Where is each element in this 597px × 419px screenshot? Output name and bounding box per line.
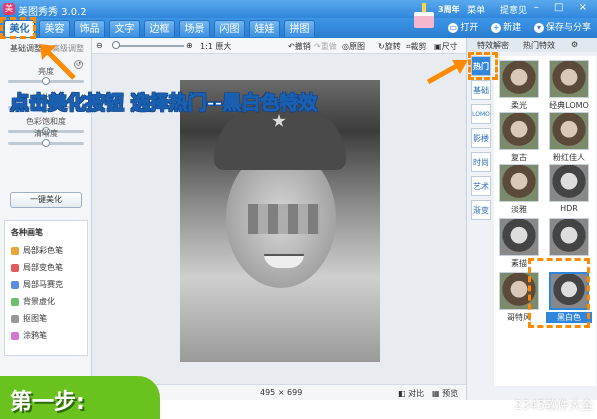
tab-frame[interactable]: 边框	[144, 20, 175, 37]
right-panel: 特效解密 热门特效 ⚙ 热门 基础 LOMO 影楼 时尚 艺术 渐变 柔光 经典…	[466, 38, 597, 400]
zoom-knob[interactable]	[112, 41, 120, 49]
save-share-button[interactable]: ▾ 保存与分享	[533, 23, 591, 33]
effect-thumb-gray[interactable]	[549, 218, 589, 256]
feedback-button[interactable]: 提意见	[500, 6, 527, 16]
step-label: 第一步:	[10, 390, 85, 415]
original-button[interactable]: ◎原图	[342, 41, 365, 52]
blur-icon	[11, 297, 19, 306]
effect-label: 粉红佳人	[553, 153, 585, 162]
tab-effect-guide[interactable]: 特效解密	[477, 40, 509, 51]
image-dimensions: 495 × 699	[260, 388, 303, 397]
effects-tabs: 特效解密 热门特效 ⚙	[467, 38, 597, 52]
mosaic-icon	[11, 280, 19, 289]
effect-thumb-pink[interactable]	[549, 112, 589, 150]
highlight-black-white-effect	[528, 258, 590, 328]
category-basic[interactable]: 基础	[471, 80, 491, 100]
arrow-icon	[426, 60, 468, 85]
cutout-icon	[11, 314, 19, 323]
highlight-beautify-tab	[0, 17, 36, 39]
effect-thumb-hdr[interactable]	[549, 164, 589, 202]
plus-icon: +	[491, 23, 502, 33]
brush-tools-box: 各种画笔 局部彩色笔 局部变色笔 局部马赛克 背景虚化 抠图笔 涂鸦笔	[4, 220, 88, 356]
category-studio[interactable]: 影楼	[471, 128, 491, 148]
window-controls[interactable]: – □ ×	[534, 2, 593, 13]
tool-cutout-pen[interactable]: 抠图笔	[11, 313, 47, 324]
arrow-icon	[40, 44, 76, 80]
zoom-in-icon[interactable]: ⊕	[186, 41, 193, 50]
tab-accessory[interactable]: 饰品	[74, 20, 105, 37]
tool-local-color-pen[interactable]: 局部彩色笔	[11, 245, 63, 256]
actual-size-button[interactable]: 1:1 原大	[200, 41, 231, 52]
rotate-button[interactable]: ↻旋转	[378, 41, 401, 52]
doodle-icon	[11, 331, 19, 340]
compare-button[interactable]: ◧ 对比	[398, 388, 424, 399]
tab-scene[interactable]: 场景	[179, 20, 210, 37]
effect-label: 经典LOMO	[549, 101, 589, 110]
redo-button[interactable]: ↷重做	[314, 41, 337, 52]
tool-local-mosaic[interactable]: 局部马赛克	[11, 279, 63, 290]
preview-button[interactable]: ▦ 预览	[432, 388, 458, 399]
effect-label: 淡雅	[511, 205, 527, 214]
canvas-toolbar: ⊖ ⊕ 1:1 原大 ↶撤销 ↷重做 ◎原图 ↻旋转 ⌗裁剪 ▣尺寸	[92, 38, 466, 54]
edited-photo[interactable]	[180, 80, 380, 362]
tab-hot-effects[interactable]: 热门特效	[523, 40, 555, 51]
instruction-text: 点击美化按钮 选择热门--黑白色特效	[9, 92, 318, 115]
tab-text[interactable]: 文字	[109, 20, 140, 37]
brush-tools-title: 各种画笔	[11, 228, 43, 237]
undo-button[interactable]: ↶撤销	[288, 41, 311, 52]
tab-doll[interactable]: 娃娃	[249, 20, 280, 37]
tab-face[interactable]: 美容	[39, 20, 70, 37]
highlight-hot-category	[468, 52, 498, 80]
window-title: 美图秀秀 3.0.2	[18, 7, 87, 18]
tool-background-blur[interactable]: 背景虚化	[11, 296, 55, 307]
zoom-slider[interactable]	[114, 45, 184, 47]
tab-flash[interactable]: 闪图	[214, 20, 245, 37]
app-logo-icon: 美	[3, 3, 15, 15]
category-gradient[interactable]: 渐变	[471, 200, 491, 220]
category-art[interactable]: 艺术	[471, 176, 491, 196]
effect-label: 复古	[511, 153, 527, 162]
effect-label: 柔光	[511, 101, 527, 110]
tool-local-recolor-pen[interactable]: 局部变色笔	[11, 262, 63, 273]
sharpness-slider[interactable]: 清晰度	[8, 128, 84, 147]
effect-thumb-sketch[interactable]	[499, 218, 539, 256]
one-key-beautify-button[interactable]: 一键美化	[10, 192, 82, 208]
save-icon: ▾	[533, 23, 544, 33]
settings-icon[interactable]: ⚙	[571, 40, 578, 49]
tool-doodle-pen[interactable]: 涂鸦笔	[11, 330, 47, 341]
effects-grid: 柔光 经典LOMO 复古 粉红佳人 淡雅 HDR 素描 哥特风 黑白色	[494, 56, 596, 386]
effect-label: HDR	[560, 204, 578, 213]
recolor-pen-icon	[11, 263, 19, 272]
color-pen-icon	[11, 246, 19, 255]
eye-mosaic	[248, 204, 320, 234]
tab-collage[interactable]: 拼图	[284, 20, 315, 37]
effect-thumb-elegant[interactable]	[499, 164, 539, 202]
zoom-out-icon[interactable]: ⊖	[96, 41, 103, 50]
resize-button[interactable]: ▣尺寸	[434, 41, 458, 52]
effect-thumb-soft-light[interactable]	[499, 60, 539, 98]
cake-icon	[414, 12, 434, 28]
title-bar: 美 美图秀秀 3.0.2 菜单 提意见 – □ ×	[0, 0, 597, 18]
new-button[interactable]: + 新建	[491, 23, 521, 33]
effect-thumb-classic-lomo[interactable]	[549, 60, 589, 98]
category-lomo[interactable]: LOMO	[471, 104, 491, 124]
watermark: 2345软件大全	[514, 398, 593, 412]
top-actions: ▭ 打开 + 新建 ▾ 保存与分享	[438, 20, 591, 33]
open-button[interactable]: ▭ 打开	[448, 23, 478, 33]
effect-thumb-retro[interactable]	[499, 112, 539, 150]
anniversary-text: 3周年	[438, 5, 460, 14]
slider-knob[interactable]	[42, 139, 50, 147]
candle-icon	[422, 3, 426, 12]
crop-button[interactable]: ⌗裁剪	[406, 41, 427, 52]
category-fashion[interactable]: 时尚	[471, 152, 491, 172]
folder-icon: ▭	[448, 23, 459, 33]
